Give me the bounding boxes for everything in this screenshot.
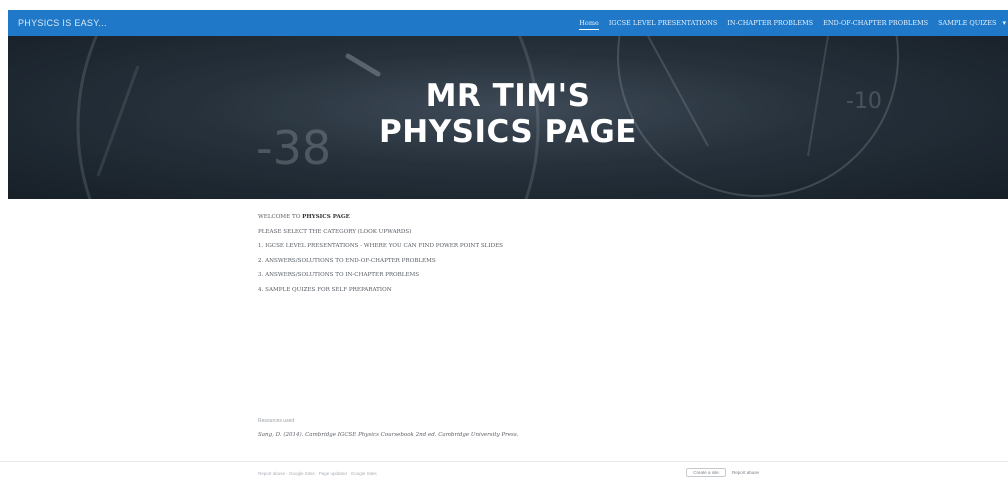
list-item: 2. ANSWERS/SOLUTIONS TO END-OF-CHAPTER P… xyxy=(258,257,436,264)
page-title: MR TIM'S PHYSICS PAGE xyxy=(8,78,1008,150)
main-nav: Home IGCSE LEVEL PRESENTATIONS IN-CHAPTE… xyxy=(569,10,1008,36)
top-margin xyxy=(0,0,1008,10)
list-item: 3. ANSWERS/SOLUTIONS TO IN-CHAPTER PROBL… xyxy=(258,272,420,278)
nav-sample-quizes[interactable]: SAMPLE QUIZES xyxy=(938,10,996,36)
title-line-1: MR TIM'S xyxy=(425,78,591,114)
instruction-text: PLEASE SELECT THE CATEGORY (LOOK UPWARDS… xyxy=(258,228,412,235)
footer-divider xyxy=(0,461,1008,462)
list-item: 1. IGCSE LEVEL PRESENTATIONS - WHERE YOU… xyxy=(258,243,503,249)
site-brand[interactable]: PHYSICS IS EASY... xyxy=(18,10,107,36)
welcome-prefix: WELCOME TO xyxy=(258,214,303,220)
create-site-button[interactable]: Create a site xyxy=(686,468,726,477)
citation-text: Sang, D. (2014). Cambridge IGCSE Physics… xyxy=(258,432,519,438)
hero-banner: -38 -10 MR TIM'S PHYSICS PAGE xyxy=(8,36,1008,199)
nav-end-of-chapter-problems[interactable]: END-OF-CHAPTER PROBLEMS xyxy=(823,10,928,36)
top-navbar: PHYSICS IS EASY... Home IGCSE LEVEL PRES… xyxy=(8,10,1008,36)
more-icon[interactable]: ▾ xyxy=(1002,19,1006,27)
welcome-bold: PHYSICS PAGE xyxy=(302,214,350,220)
welcome-text: WELCOME TO PHYSICS PAGE xyxy=(258,214,718,220)
main-content: WELCOME TO PHYSICS PAGE PLEASE SELECT TH… xyxy=(258,214,718,301)
list-item: 4. SAMPLE QUIZES FOR SELF PREPARATION xyxy=(258,286,392,293)
nav-in-chapter-problems[interactable]: IN-CHAPTER PROBLEMS xyxy=(727,10,813,36)
sources-heading: Resources used xyxy=(258,418,295,424)
title-line-2: PHYSICS PAGE xyxy=(379,114,637,150)
nav-home[interactable]: Home xyxy=(579,10,599,36)
nav-igcse-presentations[interactable]: IGCSE LEVEL PRESENTATIONS xyxy=(609,10,717,36)
report-abuse-link[interactable]: Report abuse xyxy=(732,470,759,475)
footer-text: Report abuse · Google Sites · Page updat… xyxy=(258,471,377,476)
citation: Sang, D. (2014). Cambridge IGCSE Physics… xyxy=(258,432,518,438)
